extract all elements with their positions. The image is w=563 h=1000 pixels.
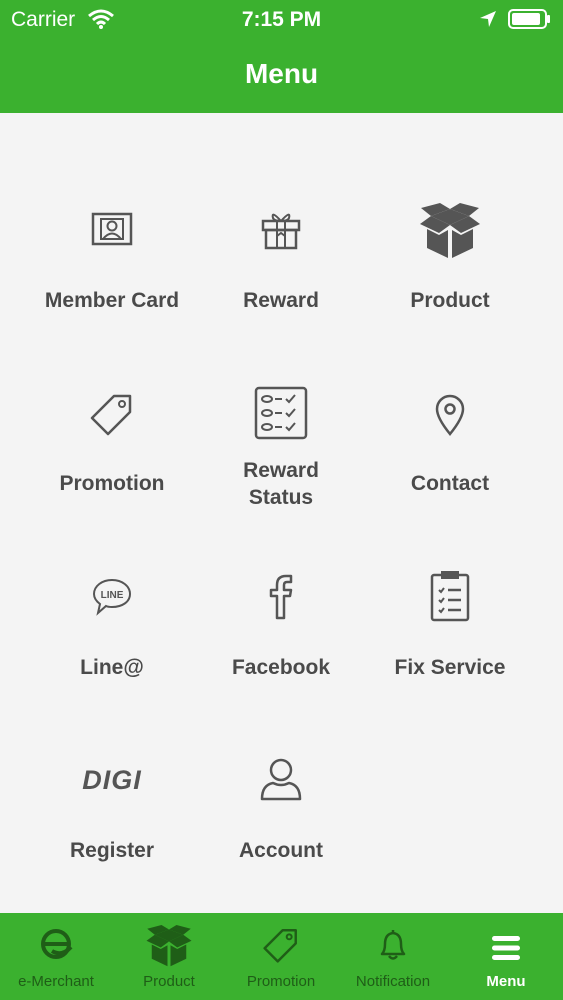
menu-item-product[interactable]: Product	[365, 203, 535, 386]
tab-label: Product	[143, 973, 195, 990]
tab-menu[interactable]: Menu	[450, 913, 562, 1000]
tag-icon	[263, 929, 297, 963]
menu-item-label: Facebook	[231, 656, 331, 679]
tab-product[interactable]: Product	[113, 913, 225, 1000]
menu-item-register[interactable]: DIGI Register	[27, 753, 197, 936]
digi-logo-icon: DIGI	[82, 765, 142, 795]
page-title: Menu	[244, 58, 319, 89]
menu-item-label: Register	[69, 839, 155, 862]
tab-e-merchant[interactable]: e-Merchant	[0, 913, 112, 1000]
clipboard-icon	[430, 571, 470, 622]
tab-label: e-Merchant	[18, 973, 94, 990]
gift-icon	[261, 213, 301, 250]
menu-item-label: Contact	[410, 472, 490, 495]
menu-item-account[interactable]: Account	[196, 753, 366, 936]
line-icon: LINE	[92, 578, 132, 616]
tab-label: Promotion	[246, 973, 316, 990]
facebook-icon	[269, 574, 293, 620]
menu-item-label: Account	[239, 839, 323, 862]
tab-bar: e-Merchant Product Promotion Notificatio…	[0, 913, 563, 1000]
menu-item-label: Product	[410, 289, 490, 312]
menu-item-label: Line@	[80, 656, 144, 679]
box-icon	[146, 925, 192, 967]
location-pin-icon	[435, 394, 465, 436]
menu-item-label: Promotion	[59, 472, 165, 495]
member-card-icon	[91, 212, 133, 246]
menu-grid: Member Card Reward Product Promotion Rew…	[0, 113, 563, 913]
menu-item-label: Reward	[243, 289, 319, 312]
menu-item-line[interactable]: LINE Line@	[27, 570, 197, 753]
menu-item-label: Member Card	[44, 289, 180, 312]
status-bar: Carrier 7:15 PM	[0, 0, 563, 40]
checklist-icon	[254, 386, 308, 440]
battery-icon	[508, 9, 550, 29]
menu-item-fix-service[interactable]: Fix Service	[365, 570, 535, 753]
menu-item-promotion[interactable]: Promotion	[27, 386, 197, 569]
hamburger-icon	[492, 936, 520, 960]
line-icon-text: LINE	[101, 590, 124, 601]
tag-icon	[90, 394, 132, 436]
menu-item-contact[interactable]: Contact	[365, 386, 535, 569]
bell-icon	[380, 930, 406, 960]
menu-item-reward[interactable]: Reward	[196, 203, 366, 386]
menu-item-label: Fix Service	[394, 656, 506, 679]
tab-notification[interactable]: Notification	[337, 913, 449, 1000]
tab-label: Menu	[486, 973, 526, 990]
location-arrow-icon	[480, 11, 496, 27]
menu-item-facebook[interactable]: Facebook	[196, 570, 366, 753]
tab-promotion[interactable]: Promotion	[225, 913, 337, 1000]
menu-item-label: Reward Status	[243, 459, 319, 509]
box-icon	[420, 203, 480, 258]
user-icon	[260, 758, 302, 801]
tab-label: Notification	[355, 973, 431, 990]
menu-item-member-card[interactable]: Member Card	[27, 203, 197, 386]
menu-item-reward-status[interactable]: Reward Status	[196, 386, 366, 569]
app-header: Carrier 7:15 PM Menu	[0, 0, 563, 113]
e-merchant-icon	[41, 929, 73, 959]
